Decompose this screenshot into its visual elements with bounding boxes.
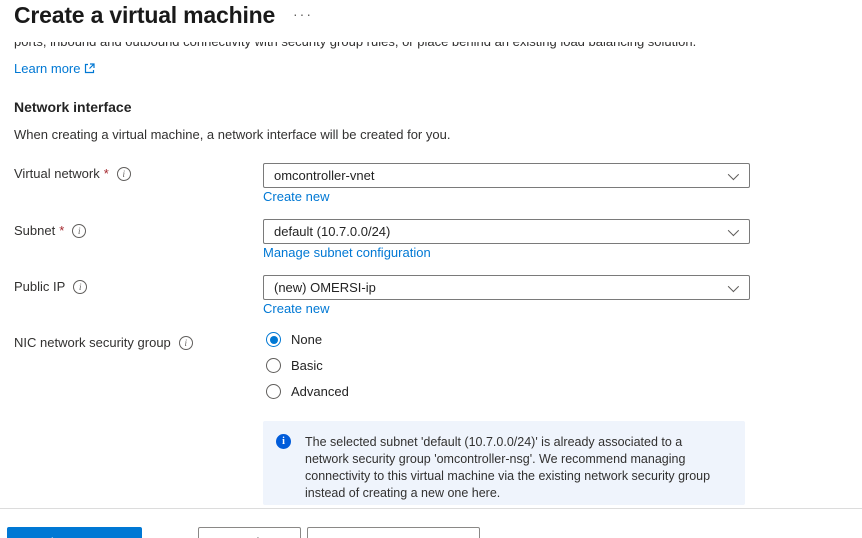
chevron-down-icon: [728, 169, 739, 180]
learn-more-link[interactable]: Learn more: [14, 61, 95, 76]
subnet-nsg-info-box: i The selected subnet 'default (10.7.0.0…: [263, 421, 745, 505]
nsg-option-advanced-label: Advanced: [291, 384, 349, 399]
info-circle-icon[interactable]: i: [179, 336, 193, 350]
create-new-vnet-link[interactable]: Create new: [263, 189, 329, 204]
info-circle-icon[interactable]: i: [117, 167, 131, 181]
subnet-select[interactable]: default (10.7.0.0/24): [263, 219, 750, 244]
learn-more-label: Learn more: [14, 61, 80, 76]
section-heading: Network interface: [14, 99, 131, 115]
subnet-label: Subnet * i: [14, 223, 86, 238]
page-title: Create a virtual machine: [14, 2, 275, 29]
next-management-button[interactable]: Next : Management >: [307, 527, 480, 538]
info-filled-icon: i: [276, 434, 291, 449]
chevron-down-icon: [728, 225, 739, 236]
required-asterisk: *: [59, 223, 64, 238]
ellipsis-icon[interactable]: ···: [293, 6, 313, 22]
create-new-public-ip-link[interactable]: Create new: [263, 301, 329, 316]
public-ip-select[interactable]: (new) OMERSI-ip: [263, 275, 750, 300]
info-circle-icon[interactable]: i: [72, 224, 86, 238]
section-description: When creating a virtual machine, a netwo…: [14, 127, 450, 142]
nsg-option-basic[interactable]: Basic: [266, 358, 323, 373]
nsg-option-advanced[interactable]: Advanced: [266, 384, 349, 399]
nic-nsg-label: NIC network security group i: [14, 335, 193, 350]
clipped-description-text: ports, inbound and outbound connectivity…: [14, 42, 814, 54]
nsg-option-basic-label: Basic: [291, 358, 323, 373]
manage-subnet-configuration-link[interactable]: Manage subnet configuration: [263, 245, 431, 260]
info-circle-icon[interactable]: i: [73, 280, 87, 294]
nsg-option-none-label: None: [291, 332, 322, 347]
radio-unselected-icon: [266, 358, 281, 373]
previous-button[interactable]: < Previous: [198, 527, 301, 538]
public-ip-value: (new) OMERSI-ip: [274, 280, 376, 295]
chevron-down-icon: [728, 281, 739, 292]
virtual-network-value: omcontroller-vnet: [274, 168, 374, 183]
footer-divider: [0, 508, 862, 509]
radio-selected-icon: [266, 332, 281, 347]
external-link-icon: [84, 63, 95, 74]
nsg-option-none[interactable]: None: [266, 332, 322, 347]
virtual-network-label: Virtual network * i: [14, 166, 131, 181]
radio-unselected-icon: [266, 384, 281, 399]
public-ip-label: Public IP i: [14, 279, 87, 294]
required-asterisk: *: [104, 166, 109, 181]
virtual-network-select[interactable]: omcontroller-vnet: [263, 163, 750, 188]
create-vm-page: Create a virtual machine ··· ports, inbo…: [0, 0, 862, 538]
info-box-text: The selected subnet 'default (10.7.0.0/2…: [305, 434, 725, 502]
subnet-value: default (10.7.0.0/24): [274, 224, 390, 239]
review-create-button[interactable]: Review + create: [7, 527, 142, 538]
